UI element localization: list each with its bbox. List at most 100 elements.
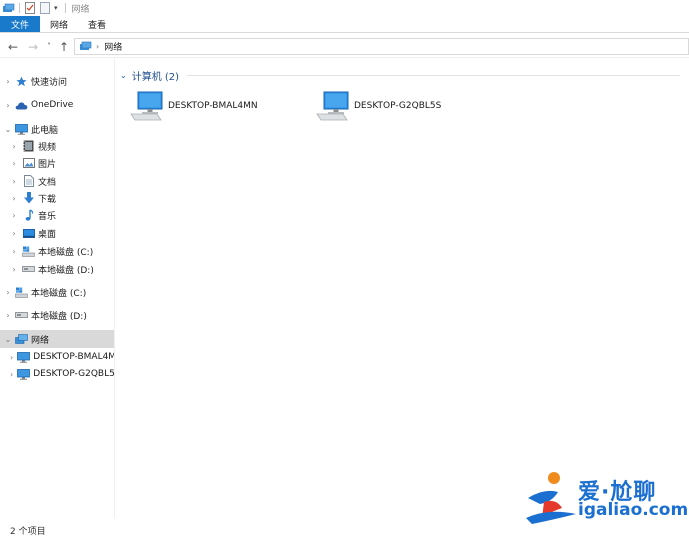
sidebar-item-local-disk-c[interactable]: › 本地磁盘 (C:) xyxy=(0,242,114,260)
quick-access-dropdown-icon[interactable]: ▾ xyxy=(54,4,58,12)
title-separator-2 xyxy=(64,3,66,13)
sidebar-item-quick-access[interactable]: › 快速访问 xyxy=(0,72,114,90)
network-app-icon[interactable] xyxy=(1,1,15,15)
group-collapse-chevron-icon[interactable]: ⌄ xyxy=(120,71,127,80)
sidebar-item-local-disk-c-root[interactable]: › 本地磁盘 (C:) xyxy=(0,283,114,301)
expand-chevron-icon[interactable]: › xyxy=(10,142,18,151)
sidebar-item-label: 下载 xyxy=(38,194,57,205)
new-folder-icon[interactable] xyxy=(39,2,50,14)
desktop-icon xyxy=(22,227,35,240)
drive-icon xyxy=(22,263,35,276)
network-icon xyxy=(15,333,28,346)
sidebar-item-label: 音乐 xyxy=(38,211,57,222)
collapse-chevron-icon[interactable]: ⌄ xyxy=(4,335,12,344)
back-arrow-icon[interactable]: ← xyxy=(6,38,20,56)
network-computer-icon xyxy=(316,90,350,122)
sidebar-item-downloads[interactable]: › 下载 xyxy=(0,189,114,207)
cloud-icon xyxy=(15,99,28,112)
expand-chevron-icon[interactable]: › xyxy=(4,77,12,86)
recent-locations-chevron-icon[interactable]: ˅ xyxy=(42,38,56,56)
computer-item-desktop-bmal4mn[interactable]: DESKTOP-BMAL4MN xyxy=(130,90,258,122)
properties-icon[interactable] xyxy=(24,2,35,14)
ribbon-tabs: 文件 网络 查看 xyxy=(0,16,689,33)
expand-chevron-icon[interactable]: › xyxy=(10,177,18,186)
collapse-chevron-icon[interactable]: ⌄ xyxy=(4,125,12,134)
drive-icon xyxy=(15,309,28,322)
breadcrumb-chevron-icon[interactable]: › xyxy=(96,42,99,51)
tab-network[interactable]: 网络 xyxy=(40,16,78,32)
watermark-logo-icon xyxy=(526,472,576,524)
content-pane: ⌄ 计算机 (2) DESKTOP-BMAL4MN DESKTOP-G2QBL5… xyxy=(116,58,689,518)
sidebar-item-this-pc[interactable]: ⌄ 此电脑 xyxy=(0,120,114,138)
group-header-computers[interactable]: ⌄ 计算机 (2) xyxy=(120,68,680,83)
sidebar-item-label: DESKTOP-BMAL4MN xyxy=(33,352,114,362)
sidebar-item-label: 此电脑 xyxy=(31,125,59,136)
drive-c-icon xyxy=(15,286,28,299)
download-icon xyxy=(22,192,35,205)
sidebar-item-label: 本地磁盘 (D:) xyxy=(38,265,94,276)
expand-chevron-icon[interactable]: › xyxy=(4,101,12,110)
computer-item-desktop-g2qbl5s[interactable]: DESKTOP-G2QBL5S xyxy=(316,90,441,122)
video-icon xyxy=(22,140,35,153)
navigation-bar: ← → ˅ ↑ › 网络 xyxy=(0,36,689,58)
document-icon xyxy=(22,175,35,188)
star-icon xyxy=(15,75,28,88)
expand-chevron-icon[interactable]: › xyxy=(10,229,18,238)
sidebar-item-label: 视频 xyxy=(38,142,57,153)
sidebar-item-label: 桌面 xyxy=(38,229,57,240)
sidebar-item-desktop[interactable]: › 桌面 xyxy=(0,224,114,242)
monitor-icon xyxy=(17,351,31,364)
sidebar-item-label: OneDrive xyxy=(31,100,74,110)
sidebar-item-local-disk-d-root[interactable]: › 本地磁盘 (D:) xyxy=(0,306,114,324)
expand-chevron-icon[interactable]: › xyxy=(10,370,13,379)
computer-name: DESKTOP-G2QBL5S xyxy=(354,101,442,111)
title-separator xyxy=(19,3,20,13)
forward-arrow-icon[interactable]: → xyxy=(26,38,40,56)
title-bar: ▾ 网络 xyxy=(0,0,689,16)
expand-chevron-icon[interactable]: › xyxy=(10,247,18,256)
sidebar-item-desktop-bmal4mn[interactable]: › DESKTOP-BMAL4MN xyxy=(0,348,114,366)
sidebar-item-local-disk-d[interactable]: › 本地磁盘 (D:) xyxy=(0,260,114,278)
watermark: 爱·尬聊 igaliao.com xyxy=(522,468,688,528)
expand-chevron-icon[interactable]: › xyxy=(10,159,18,168)
address-bar[interactable]: › 网络 xyxy=(74,38,689,55)
sidebar-item-label: 网络 xyxy=(31,335,50,346)
up-arrow-icon[interactable]: ↑ xyxy=(57,38,71,56)
computer-name: DESKTOP-BMAL4MN xyxy=(168,101,258,111)
expand-chevron-icon[interactable]: › xyxy=(10,265,18,274)
expand-chevron-icon[interactable]: › xyxy=(10,353,13,362)
sidebar-item-documents[interactable]: › 文档 xyxy=(0,172,114,190)
network-computer-icon xyxy=(130,90,164,122)
sidebar-item-label: 本地磁盘 (D:) xyxy=(31,311,87,322)
sidebar-item-pictures[interactable]: › 图片 xyxy=(0,154,114,172)
pictures-icon xyxy=(22,157,35,170)
tab-file[interactable]: 文件 xyxy=(0,16,40,32)
pane-divider[interactable] xyxy=(114,58,115,518)
sidebar-item-music[interactable]: › 音乐 xyxy=(0,206,114,224)
sidebar-item-label: 本地磁盘 (C:) xyxy=(31,288,87,299)
monitor-icon xyxy=(17,368,31,381)
tab-view[interactable]: 查看 xyxy=(78,16,116,32)
expand-chevron-icon[interactable]: › xyxy=(4,311,12,320)
window-title: 网络 xyxy=(71,4,90,15)
sidebar-item-label: 文档 xyxy=(38,177,57,188)
group-divider xyxy=(187,75,680,76)
music-icon xyxy=(22,209,35,222)
expand-chevron-icon[interactable]: › xyxy=(4,288,12,297)
status-item-count: 2 个项目 xyxy=(10,527,46,537)
sidebar-item-onedrive[interactable]: › OneDrive xyxy=(0,96,114,114)
sidebar-item-videos[interactable]: › 视频 xyxy=(0,137,114,155)
expand-chevron-icon[interactable]: › xyxy=(10,211,18,220)
sidebar-item-label: 本地磁盘 (C:) xyxy=(38,247,94,258)
group-title: 计算机 (2) xyxy=(131,72,180,83)
navigation-pane: › 快速访问 › OneDrive ⌄ 此电脑 › 视频 › 图片 › 文档 ›… xyxy=(0,64,114,514)
sidebar-item-label: 图片 xyxy=(38,159,57,170)
watermark-url: igaliao.com xyxy=(578,500,689,520)
computer-icon xyxy=(15,123,28,136)
sidebar-item-desktop-g2qbl5s[interactable]: › DESKTOP-G2QBL5S xyxy=(0,365,114,383)
sidebar-item-label: 快速访问 xyxy=(31,77,68,88)
breadcrumb-network[interactable]: 网络 xyxy=(104,40,122,53)
address-network-icon xyxy=(78,40,92,54)
sidebar-item-network[interactable]: ⌄ 网络 xyxy=(0,330,114,348)
expand-chevron-icon[interactable]: › xyxy=(10,194,18,203)
